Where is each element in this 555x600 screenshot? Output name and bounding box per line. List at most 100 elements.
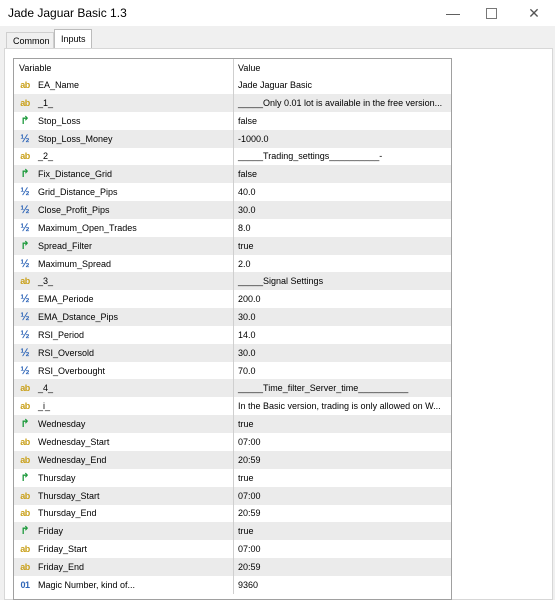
maximize-button[interactable] [471, 2, 511, 24]
table-row[interactable]: ½ Stop_Loss_Money -1000.0 [14, 129, 451, 148]
table-row[interactable]: ½ RSI_Period 14.0 [14, 325, 451, 344]
table-row[interactable]: ½ Maximum_Spread 2.0 [14, 254, 451, 273]
variable-cell: ab _2_ [14, 147, 234, 166]
value-cell[interactable]: _____Time_filter_Server_time__________ [234, 379, 451, 397]
table-row[interactable]: ½ EMA_Periode 200.0 [14, 290, 451, 309]
column-header-value[interactable]: Value [234, 59, 451, 77]
variable-cell: ab Thursday_End [14, 504, 234, 523]
value-cell[interactable]: Jade Jaguar Basic [234, 76, 451, 94]
table-row[interactable]: ab Friday_End 20:59 [14, 557, 451, 576]
value-cell[interactable]: 07:00 [234, 487, 451, 505]
variable-cell: ab _i_ [14, 397, 234, 416]
value-cell[interactable]: -1000.0 [234, 130, 451, 148]
value-cell[interactable]: true [234, 469, 451, 487]
value-cell[interactable]: 8.0 [234, 219, 451, 237]
value-cell[interactable]: false [234, 112, 451, 130]
table-row[interactable]: ↱ Thursday true [14, 468, 451, 487]
value-cell[interactable]: 2.0 [234, 255, 451, 273]
table-row[interactable]: ↱ Wednesday true [14, 415, 451, 434]
table-row[interactable]: ½ Maximum_Open_Trades 8.0 [14, 218, 451, 237]
bool-type-icon: ↱ [20, 471, 30, 484]
double-type-icon: ½ [20, 346, 30, 359]
tab-common[interactable]: Common [6, 32, 54, 49]
variable-cell: ab Friday_Start [14, 540, 234, 559]
string-type-icon: ab [20, 276, 30, 287]
table-row[interactable]: ab _1_ _____Only 0.01 lot is available in … [14, 93, 451, 112]
table-row[interactable]: ½ RSI_Overbought 70.0 [14, 361, 451, 380]
table-row[interactable]: ½ RSI_Oversold 30.0 [14, 343, 451, 362]
double-type-icon: ½ [20, 186, 30, 199]
double-type-icon: ½ [20, 203, 30, 216]
table-row[interactable]: ↱ Fix_Distance_Grid false [14, 165, 451, 184]
value-cell[interactable]: false [234, 165, 451, 183]
variable-cell: ½ Close_Profit_Pips [14, 200, 234, 219]
value-cell[interactable]: 30.0 [234, 308, 451, 326]
variable-cell: ½ RSI_Overbought [14, 361, 234, 380]
window-title: Jade Jaguar Basic 1.3 [8, 6, 127, 20]
integer-type-icon: 01 [20, 579, 30, 590]
table-row[interactable]: ab Wednesday_End 20:59 [14, 450, 451, 469]
table-row[interactable]: ab Wednesday_Start 07:00 [14, 433, 451, 451]
table-row[interactable]: ab _2_ _____Trading_settings__________- [14, 147, 451, 166]
table-row[interactable]: ½ Close_Profit_Pips 30.0 [14, 200, 451, 219]
value-cell[interactable]: 9360 [234, 576, 451, 594]
table-row[interactable]: ab EA_Name Jade Jaguar Basic [14, 76, 451, 94]
bool-type-icon: ↱ [20, 418, 30, 431]
value-cell[interactable]: _____Signal Settings [234, 272, 451, 290]
value-cell[interactable]: 14.0 [234, 326, 451, 344]
table-row[interactable]: ab _i_ In the Basic version, trading is on… [14, 397, 451, 416]
value-cell[interactable]: 200.0 [234, 290, 451, 308]
bool-type-icon: ↱ [20, 114, 30, 127]
table-row[interactable]: ab _4_ _____Time_filter_Server_time_______… [14, 379, 451, 398]
variable-name: Friday [38, 526, 64, 537]
double-type-icon: ½ [20, 257, 30, 270]
variable-name: Wednesday_Start [38, 437, 110, 447]
value-cell[interactable]: 40.0 [234, 183, 451, 201]
table-row[interactable]: ↱ Spread_Filter true [14, 236, 451, 255]
variable-name: _2_ [38, 151, 54, 162]
value-cell[interactable]: true [234, 237, 451, 255]
double-type-icon: ½ [20, 364, 30, 377]
double-type-icon: ½ [20, 132, 30, 145]
variable-name: _4_ [38, 383, 54, 394]
value-cell[interactable]: _____Only 0.01 lot is available in the f… [234, 94, 451, 112]
variable-cell: ↱ Wednesday [14, 415, 234, 434]
variable-cell: ab Friday_End [14, 557, 234, 576]
table-row[interactable]: ab Friday_Start 07:00 [14, 540, 451, 559]
table-row[interactable]: ↱ Stop_Loss false [14, 111, 451, 130]
table-row[interactable]: ½ Grid_Distance_Pips 40.0 [14, 183, 451, 202]
value-cell[interactable]: 20:59 [234, 558, 451, 576]
value-cell[interactable]: _____Trading_settings__________- [234, 147, 451, 165]
value-cell[interactable]: 20:59 [234, 451, 451, 469]
value-cell[interactable]: 30.0 [234, 201, 451, 219]
value-cell[interactable]: In the Basic version, trading is only al… [234, 397, 451, 415]
variable-cell: ½ Grid_Distance_Pips [14, 183, 234, 202]
tab-inputs[interactable]: Inputs [54, 29, 92, 50]
minimize-button[interactable]: — [433, 2, 473, 24]
variable-cell: ½ EMA_Dstance_Pips [14, 308, 234, 327]
table-row[interactable]: ab Thursday_End 20:59 [14, 504, 451, 523]
variable-name: _1_ [38, 97, 54, 108]
string-type-icon: ab [20, 80, 30, 90]
variable-name: EMA_Periode [38, 294, 94, 305]
close-button[interactable]: ✕ [514, 2, 554, 24]
value-cell[interactable]: 30.0 [234, 344, 451, 362]
tab-strip: Common Inputs [0, 26, 555, 50]
value-cell[interactable]: 70.0 [234, 362, 451, 380]
column-header-variable[interactable]: Variable [14, 59, 234, 77]
variable-name: Close_Profit_Pips [38, 204, 110, 215]
value-cell[interactable]: true [234, 415, 451, 433]
variable-name: Wednesday [38, 419, 86, 430]
variable-name: _i_ [38, 401, 51, 412]
table-row[interactable]: ab Thursday_Start 07:00 [14, 486, 451, 505]
value-cell[interactable]: true [234, 522, 451, 540]
table-row[interactable]: ↱ Friday true [14, 522, 451, 541]
table-row[interactable]: 01 Magic Number, kind of... 9360 [14, 575, 451, 594]
string-type-icon: ab [20, 508, 30, 519]
table-row[interactable]: ab _3_ _____Signal Settings [14, 272, 451, 291]
value-cell[interactable]: 07:00 [234, 433, 451, 451]
value-cell[interactable]: 07:00 [234, 540, 451, 558]
value-cell[interactable]: 20:59 [234, 504, 451, 522]
table-row[interactable]: ½ EMA_Dstance_Pips 30.0 [14, 308, 451, 327]
double-type-icon: ½ [20, 311, 30, 324]
